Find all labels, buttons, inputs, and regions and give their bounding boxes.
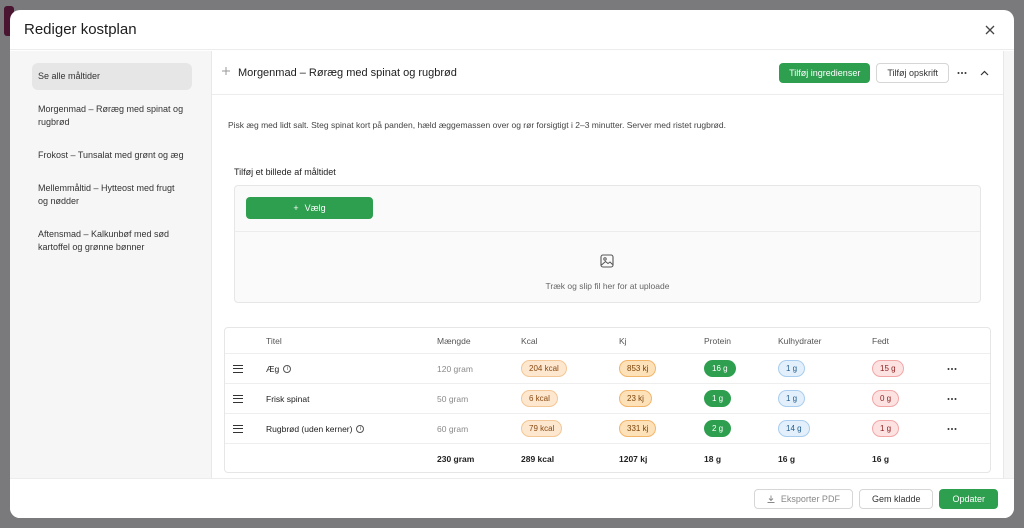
edit-meal-plan-modal: Rediger kostplan Se alle måltider Morgen… [10, 10, 1014, 518]
header-kcal: Kcal [521, 335, 538, 346]
carbs-badge: 14 g [778, 420, 810, 437]
add-recipe-button[interactable]: Tilføj opskrift [876, 62, 949, 83]
total-kcal: 289 kcal [521, 454, 555, 464]
protein-badge: 16 g [704, 360, 736, 377]
update-button[interactable]: Opdater [939, 488, 998, 509]
modal-footer: Eksporter PDF Gem kladde Opdater [10, 478, 1014, 518]
sidebar-item-dinner[interactable]: Aftensmad – Kalkunbøf med sød kartoffel … [32, 221, 192, 261]
fat-badge: 1 g [872, 420, 900, 437]
modal-body: Se alle måltider Morgenmad – Røræg med s… [10, 51, 1014, 478]
kj-badge: 23 kj [619, 390, 652, 407]
choose-image-label: Vælg [304, 203, 326, 213]
image-upload-dropzone[interactable]: + Vælg Træk og slip fil her for at uploa… [234, 185, 981, 303]
row-drag-handle[interactable] [233, 414, 249, 443]
ingredients-table: Titel Mængde Kcal Kj Protein Kulhydrater… [224, 327, 991, 473]
close-button[interactable] [980, 20, 1000, 40]
header-carbs: Kulhydrater [778, 335, 822, 346]
protein-badge: 1 g [704, 390, 732, 407]
image-icon [600, 254, 614, 268]
row-drag-handle[interactable] [233, 384, 249, 413]
table-row: Æg i 120 gram 204 kcal 853 kj 16 g 1 g 15… [225, 354, 990, 384]
image-upload-label: Tilføj et billede af måltidet [234, 167, 336, 177]
meal-header: Morgenmad – Røræg med spinat og rugbrød … [212, 51, 1003, 95]
ingredient-title: Æg [266, 363, 280, 374]
modal-header: Rediger kostplan [10, 10, 1014, 50]
drag-lines-icon [233, 394, 243, 403]
modal-title: Rediger kostplan [24, 21, 137, 38]
row-drag-handle[interactable] [233, 354, 249, 383]
more-options-icon [947, 367, 957, 370]
more-options-icon [947, 397, 957, 400]
meal-title: Morgenmad – Røræg med spinat og rugbrød [238, 66, 457, 79]
sidebar-item-lunch[interactable]: Frokost – Tunsalat med grønt og æg [32, 142, 192, 169]
meal-description: Pisk æg med lidt salt. Steg spinat kort … [228, 120, 726, 130]
ingredient-amount: 60 gram [437, 423, 469, 434]
ingredient-amount: 50 gram [437, 393, 469, 404]
save-draft-button[interactable]: Gem kladde [858, 488, 934, 509]
drag-lines-icon [233, 424, 243, 433]
download-icon [767, 495, 775, 503]
fat-badge: 0 g [872, 390, 900, 407]
header-kj: Kj [619, 335, 627, 346]
close-icon [985, 25, 995, 34]
total-carbs: 16 g [778, 454, 796, 464]
sidebar-item-snack[interactable]: Mellemmåltid – Hytteost med frugt og nød… [32, 175, 192, 215]
header-protein: Protein [704, 335, 731, 346]
sidebar-item-all-meals[interactable]: Se alle måltider [32, 63, 192, 90]
meal-content: Morgenmad – Røræg med spinat og rugbrød … [211, 51, 1004, 478]
row-menu-button[interactable] [947, 384, 967, 413]
add-ingredients-button[interactable]: Tilføj ingredienser [779, 62, 871, 83]
row-menu-button[interactable] [947, 414, 967, 443]
row-menu-button[interactable] [947, 354, 967, 383]
table-header-row: Titel Mængde Kcal Kj Protein Kulhydrater… [225, 328, 990, 354]
header-title: Titel [266, 335, 282, 346]
ingredient-title: Rugbrød (uden kerner) [266, 423, 353, 434]
kcal-badge: 204 kcal [521, 360, 567, 377]
protein-badge: 2 g [704, 420, 732, 437]
drag-handle-icon[interactable] [222, 67, 234, 78]
kj-badge: 331 kj [619, 420, 657, 437]
table-row: Rugbrød (uden kerner) i 60 gram 79 kcal 3… [225, 414, 990, 444]
plus-icon: + [293, 203, 299, 213]
more-options-icon [947, 427, 957, 430]
export-pdf-label: Eksporter PDF [780, 493, 840, 504]
totals-row: 230 gram 289 kcal 1207 kj 18 g 16 g 16 g [225, 444, 990, 474]
total-amount: 230 gram [437, 454, 475, 464]
drag-lines-icon [233, 364, 243, 373]
choose-image-button[interactable]: + Vælg [246, 197, 373, 219]
upload-divider [235, 231, 980, 232]
more-options-icon[interactable] [953, 64, 971, 82]
export-pdf-button[interactable]: Eksporter PDF [753, 488, 853, 509]
table-row: Frisk spinat 50 gram 6 kcal 23 kj 1 g 1 … [225, 384, 990, 414]
fat-badge: 15 g [872, 360, 904, 377]
ingredient-title: Frisk spinat [266, 393, 310, 404]
drop-instructions: Træk og slip fil her for at uploade [545, 281, 670, 291]
header-fat: Fedt [872, 335, 890, 346]
kcal-badge: 6 kcal [521, 390, 558, 407]
ingredient-amount: 120 gram [437, 363, 473, 374]
info-icon[interactable]: i [283, 364, 292, 373]
total-fat: 16 g [872, 454, 890, 464]
meal-sidebar: Se alle måltider Morgenmad – Røræg med s… [32, 51, 192, 478]
total-kj: 1207 kj [619, 454, 648, 464]
carbs-badge: 1 g [778, 360, 806, 377]
header-amount: Mængde [437, 335, 471, 346]
kj-badge: 853 kj [619, 360, 657, 377]
total-protein: 18 g [704, 454, 722, 464]
info-icon[interactable]: i [356, 424, 365, 433]
kcal-badge: 79 kcal [521, 420, 563, 437]
sidebar-item-breakfast[interactable]: Morgenmad – Røræg med spinat og rugbrød [32, 96, 192, 136]
carbs-badge: 1 g [778, 390, 806, 407]
chevron-up-icon[interactable] [975, 64, 993, 82]
